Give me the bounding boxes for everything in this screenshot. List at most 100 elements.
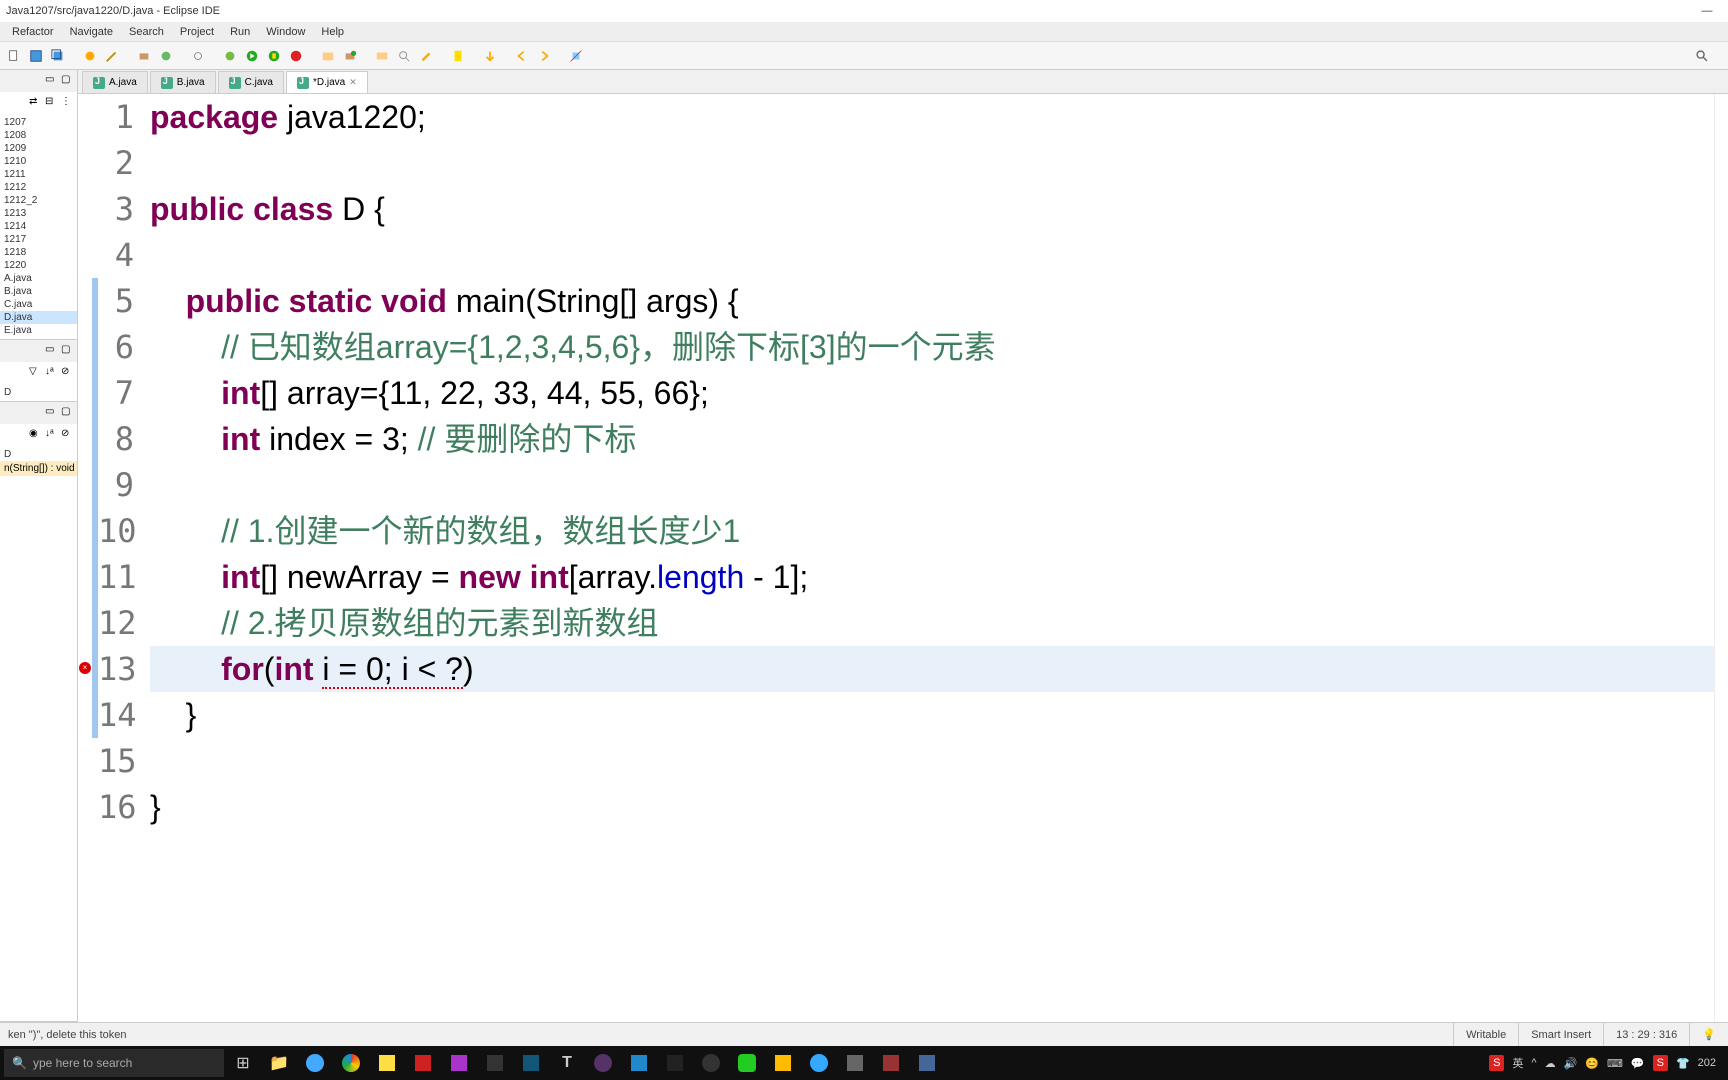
code-line[interactable] <box>150 232 1714 278</box>
hierarchy-class-item[interactable]: D <box>0 386 77 399</box>
code-line[interactable]: int index = 3; // 要删除的下标 <box>150 416 1714 462</box>
sticky-notes-icon[interactable] <box>370 1049 404 1077</box>
menu-refactor[interactable]: Refactor <box>4 26 62 38</box>
outline-method-item[interactable]: n(String[]) : void <box>0 461 77 476</box>
sort-icon[interactable]: ↓ᵃ <box>45 428 59 442</box>
menu-project[interactable]: Project <box>172 26 222 38</box>
taskbar-search[interactable]: 🔍 ype here to search <box>4 1049 224 1077</box>
wand-button[interactable] <box>102 46 122 66</box>
keyboard-icon[interactable]: ⌨ <box>1607 1057 1623 1070</box>
back-button[interactable] <box>512 46 532 66</box>
code-line[interactable]: public class D { <box>150 186 1714 232</box>
taskbar-clock[interactable]: 202 <box>1698 1057 1716 1069</box>
sogou-ime-icon[interactable]: S <box>1489 1055 1504 1071</box>
hide-fields-icon[interactable]: ⊘ <box>61 428 75 442</box>
package-item[interactable]: 1214 <box>0 220 77 233</box>
code-line[interactable]: // 2.拷贝原数组的元素到新数组 <box>150 600 1714 646</box>
sort-icon[interactable]: ↓ᵃ <box>45 366 59 380</box>
open-task-button[interactable] <box>372 46 392 66</box>
chrome-canary-icon[interactable] <box>298 1049 332 1077</box>
intellij-icon[interactable] <box>478 1049 512 1077</box>
code-line[interactable]: for(int i = 0; i < ?) <box>150 646 1714 692</box>
outline-class-item[interactable]: D <box>0 448 77 461</box>
new-java-project-button[interactable] <box>318 46 338 66</box>
package-item[interactable]: C.java <box>0 298 77 311</box>
package-item[interactable]: 1208 <box>0 129 77 142</box>
wechat-icon[interactable] <box>730 1049 764 1077</box>
minimize-icon[interactable]: ▭ <box>45 74 59 88</box>
editor-tab[interactable]: C.java <box>218 71 284 93</box>
new-button[interactable] <box>4 46 24 66</box>
pin-button[interactable] <box>566 46 586 66</box>
sogou-tray-icon[interactable]: S <box>1653 1055 1668 1071</box>
media-player-icon[interactable] <box>766 1049 800 1077</box>
code-line[interactable]: package java1220; <box>150 94 1714 140</box>
onedrive-icon[interactable]: ☁ <box>1545 1057 1556 1070</box>
open-type-button[interactable] <box>80 46 100 66</box>
code-content[interactable]: package java1220; public class D { public… <box>142 94 1714 1022</box>
editor-tab[interactable]: B.java <box>150 71 216 93</box>
quick-access-search-icon[interactable] <box>1692 46 1712 66</box>
terminal-icon[interactable] <box>658 1049 692 1077</box>
package-item[interactable]: 1211 <box>0 168 77 181</box>
code-line[interactable]: // 已知数组array={1,2,3,4,5,6}，删除下标[3]的一个元素 <box>150 324 1714 370</box>
link-editor-icon[interactable]: ⇄ <box>29 96 43 110</box>
code-line[interactable]: int[] array={11, 22, 33, 44, 55, 66}; <box>150 370 1714 416</box>
menu-navigate[interactable]: Navigate <box>62 26 121 38</box>
package-item[interactable]: 1220 <box>0 259 77 272</box>
package-explorer-tree[interactable]: 1207120812091210121112121212_21213121412… <box>0 114 77 339</box>
tray-chevron-icon[interactable]: ^ <box>1531 1057 1536 1069</box>
chrome-icon[interactable] <box>334 1049 368 1077</box>
app-icon[interactable] <box>838 1049 872 1077</box>
debug-button[interactable] <box>220 46 240 66</box>
eclipse-icon[interactable] <box>586 1049 620 1077</box>
onenote-icon[interactable] <box>442 1049 476 1077</box>
minimize-icon[interactable]: ▭ <box>45 406 59 420</box>
package-item[interactable]: 1218 <box>0 246 77 259</box>
ime-indicator[interactable]: 英 <box>1512 1055 1523 1071</box>
window-minimize-button[interactable]: — <box>1692 5 1722 17</box>
obs-icon[interactable] <box>694 1049 728 1077</box>
editor-tab[interactable]: A.java <box>82 71 148 93</box>
package-item[interactable]: 1207 <box>0 116 77 129</box>
code-line[interactable]: int[] newArray = new int[array.length - … <box>150 554 1714 600</box>
skip-breakpoints-button[interactable] <box>188 46 208 66</box>
package-button[interactable] <box>134 46 154 66</box>
maximize-icon[interactable]: ▢ <box>61 406 75 420</box>
browser-icon[interactable] <box>802 1049 836 1077</box>
run-last-button[interactable] <box>286 46 306 66</box>
save-all-button[interactable] <box>48 46 68 66</box>
view-menu-icon[interactable]: ⋮ <box>61 96 75 110</box>
task-view-button[interactable]: ⊞ <box>226 1049 260 1077</box>
package-item[interactable]: 1212 <box>0 181 77 194</box>
typora-icon[interactable]: T <box>550 1049 584 1077</box>
editor-tab[interactable]: *D.java✕ <box>286 71 368 93</box>
code-line[interactable] <box>150 738 1714 784</box>
face-icon[interactable]: 😊 <box>1585 1057 1599 1070</box>
code-line[interactable]: public static void main(String[] args) { <box>150 278 1714 324</box>
acrobat-icon[interactable] <box>406 1049 440 1077</box>
vscode-icon[interactable] <box>622 1049 656 1077</box>
code-line[interactable]: // 1.创建一个新的数组，数组长度少1 <box>150 508 1714 554</box>
error-marker-icon[interactable]: × <box>79 662 91 674</box>
minimize-icon[interactable]: ▭ <box>45 344 59 358</box>
collapse-all-icon[interactable]: ⊟ <box>45 96 59 110</box>
shirt-icon[interactable]: 👕 <box>1676 1057 1690 1070</box>
menu-run[interactable]: Run <box>222 26 258 38</box>
package-item[interactable]: 1209 <box>0 142 77 155</box>
code-line[interactable] <box>150 140 1714 186</box>
search-toolbar-button[interactable] <box>394 46 414 66</box>
package-item[interactable]: D.java <box>0 311 77 324</box>
menu-window[interactable]: Window <box>258 26 313 38</box>
code-line[interactable]: } <box>150 692 1714 738</box>
app-icon-2[interactable] <box>874 1049 908 1077</box>
hide-icon[interactable]: ⊘ <box>61 366 75 380</box>
annotate-button[interactable] <box>416 46 436 66</box>
package-item[interactable]: B.java <box>0 285 77 298</box>
webstorm-icon[interactable] <box>514 1049 548 1077</box>
class-button[interactable] <box>156 46 176 66</box>
volume-icon[interactable]: 🔊 <box>1564 1057 1578 1070</box>
code-editor[interactable]: × 12345678910111213141516 package java12… <box>78 94 1728 1022</box>
menu-search[interactable]: Search <box>121 26 172 38</box>
package-item[interactable]: 1217 <box>0 233 77 246</box>
